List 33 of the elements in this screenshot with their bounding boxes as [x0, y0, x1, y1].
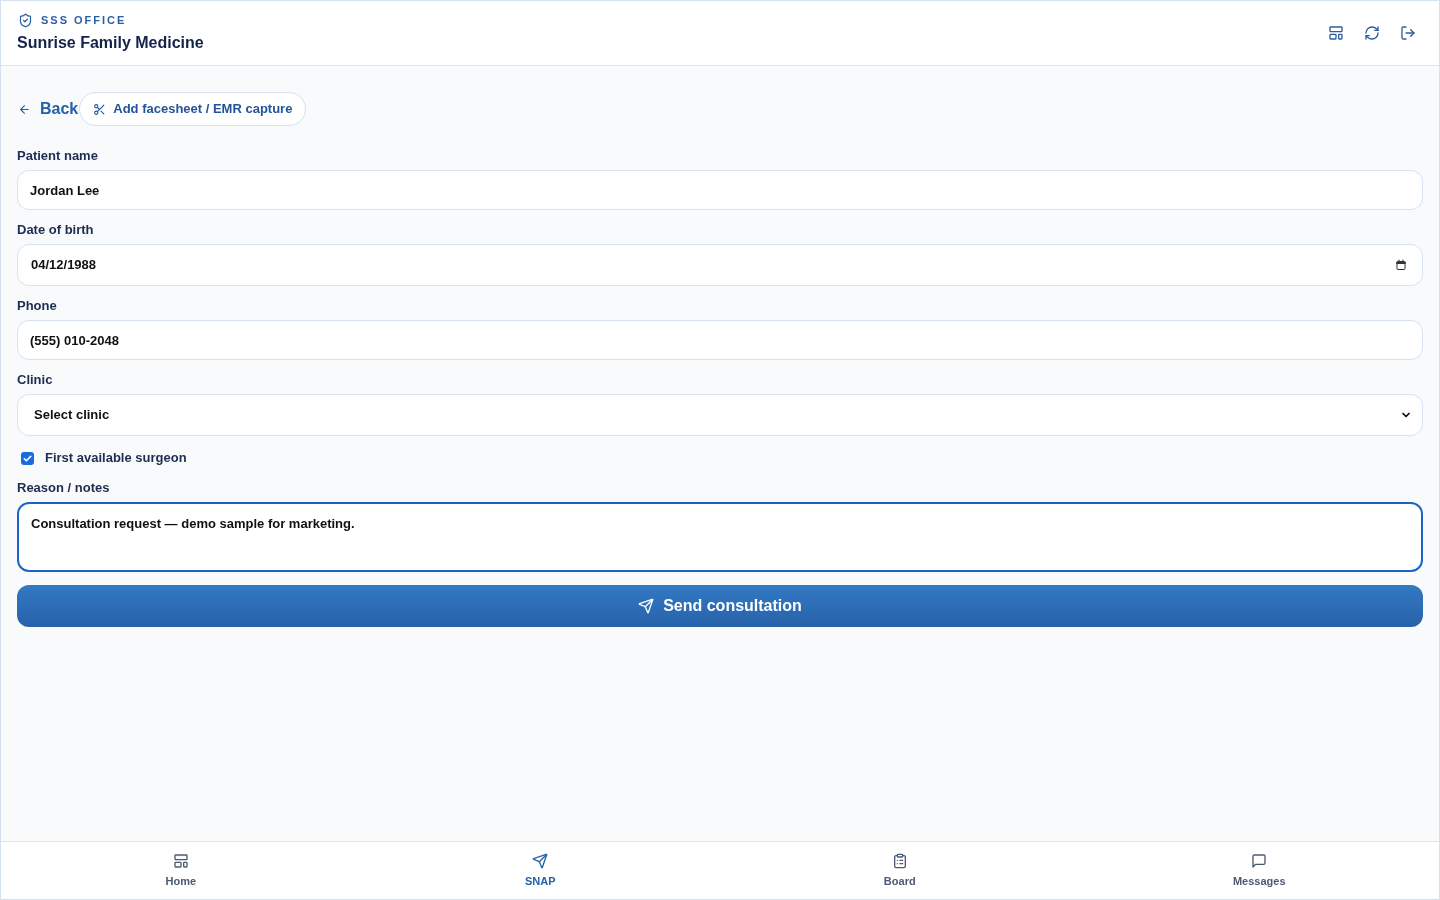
practice-title: Sunrise Family Medicine — [17, 33, 204, 53]
send-consultation-button[interactable]: Send consultation — [17, 585, 1423, 627]
back-link[interactable]: Back — [17, 97, 79, 121]
layout-icon — [172, 853, 189, 869]
checkbox[interactable] — [21, 451, 34, 465]
notes-field[interactable]: Consultation request — demo sample for marketing. — [17, 502, 1423, 572]
message-icon — [1251, 853, 1268, 869]
facesheet-capture-button[interactable]: Add facesheet / EMR capture — [79, 92, 307, 126]
date-field[interactable]: 04/12/1988 — [17, 244, 1423, 286]
nav-tab[interactable]: Messages — [1079, 842, 1439, 899]
field-label: Reason / notes — [17, 480, 111, 496]
arrow-left-icon — [18, 102, 31, 116]
field-label: Date of birth — [17, 222, 95, 238]
text-field[interactable]: (555) 010-2048 — [17, 320, 1423, 360]
layout-icon — [1328, 25, 1344, 41]
clipboard-icon — [891, 853, 908, 869]
office-label: SSS OFFICE — [41, 14, 127, 27]
shield-check-icon — [18, 13, 33, 28]
field-label: Phone — [17, 298, 58, 314]
logout-icon — [1400, 25, 1416, 41]
scissors-icon — [93, 102, 107, 116]
text-field[interactable]: Jordan Lee — [17, 170, 1423, 210]
send-icon — [532, 853, 549, 869]
nav-tab[interactable]: Board — [720, 842, 1080, 899]
field-label: Clinic — [17, 372, 54, 388]
nav-tab[interactable]: SNAP — [360, 842, 720, 899]
send-icon — [638, 598, 655, 614]
clinic-select[interactable]: Select clinic — [17, 394, 1423, 436]
refresh-icon — [1364, 25, 1380, 41]
field-label: Patient name — [17, 148, 99, 164]
nav-tab[interactable]: Home — [1, 842, 361, 899]
calendar-icon[interactable] — [1395, 259, 1407, 271]
checkbox-label: First available surgeon — [45, 449, 187, 468]
